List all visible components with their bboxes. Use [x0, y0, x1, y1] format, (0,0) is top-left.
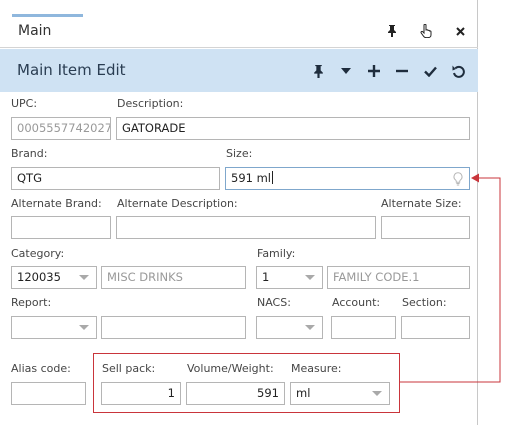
annotation-arrow [400, 173, 501, 383]
